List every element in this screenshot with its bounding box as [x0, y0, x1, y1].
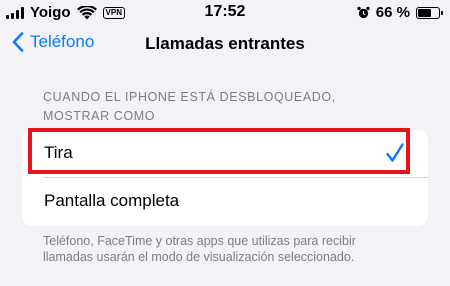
highlight-box	[28, 128, 410, 174]
battery-fill	[418, 8, 431, 17]
status-right: 66 %	[357, 4, 443, 21]
page-title: Llamadas entrantes	[145, 34, 305, 53]
option-label: Pantalla completa	[44, 191, 180, 210]
status-bar: Yoigo VPN 17:52 66 %	[0, 0, 450, 26]
option-pantalla-completa[interactable]: Pantalla completa	[22, 178, 428, 226]
section-footer: Teléfono, FaceTime y otras apps que util…	[43, 234, 356, 264]
navigation-bar: Teléfono Llamadas entrantes	[0, 30, 450, 64]
alarm-icon	[357, 6, 370, 19]
battery-icon	[416, 6, 443, 19]
section-header: CUANDO EL IPHONE ESTÁ DESBLOQUEADO, MOST…	[43, 90, 336, 123]
battery-percent: 66 %	[375, 4, 410, 21]
